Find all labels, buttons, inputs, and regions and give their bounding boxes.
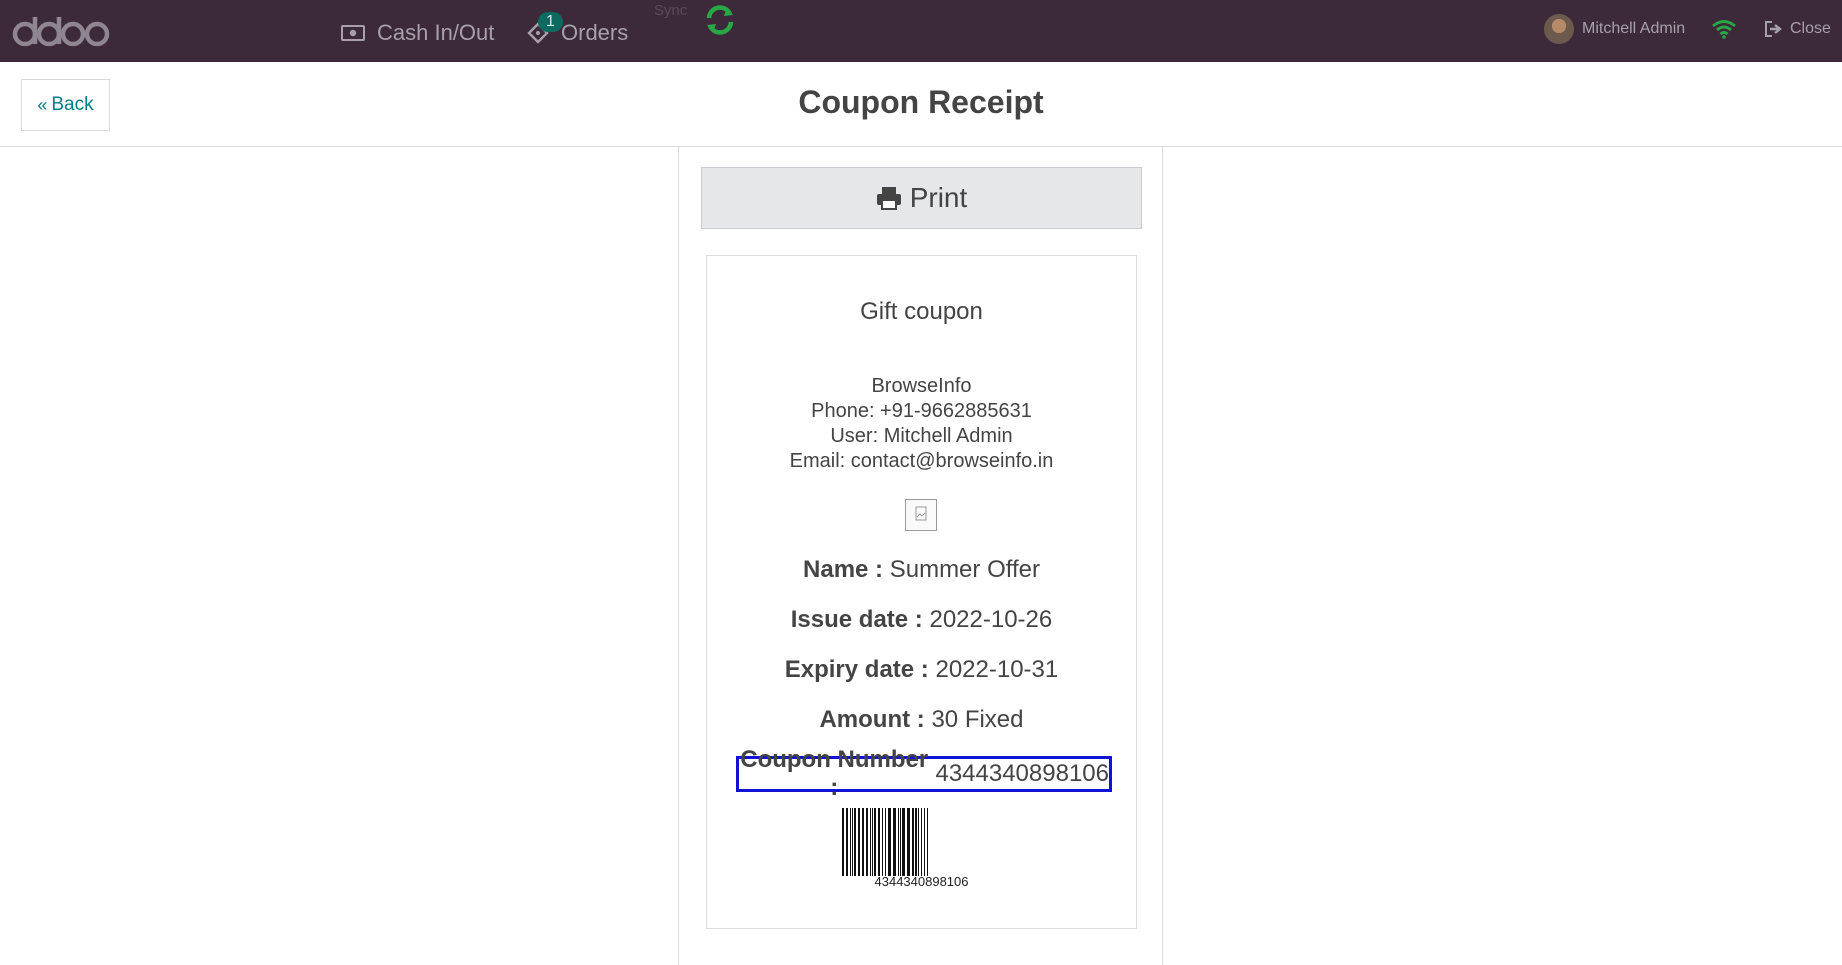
close-button[interactable]: Close	[1764, 20, 1831, 38]
company-phone: Phone: +91-9662885631	[811, 400, 1032, 422]
close-label: Close	[1790, 20, 1831, 37]
coupon-number-row: Coupon Number : 4344340898106	[736, 746, 1112, 801]
amount-value: 30 Fixed	[931, 706, 1024, 733]
company-name: BrowseInfo	[871, 375, 972, 397]
expiry-date-value: 2022-10-31	[935, 656, 1059, 683]
print-label: Print	[909, 182, 968, 213]
avatar	[1544, 14, 1574, 44]
cash-in-out-button[interactable]: Cash In/Out	[341, 20, 494, 46]
orders-count-badge: 1	[538, 12, 563, 32]
company-user: User: Mitchell Admin	[830, 425, 1013, 447]
barcode-number: 4344340898106	[874, 874, 969, 889]
expiry-date-label: Expiry date :	[784, 656, 929, 683]
print-icon	[876, 187, 901, 210]
company-email: Email: contact@browseinfo.in	[789, 450, 1054, 472]
page-title: Coupon Receipt	[798, 84, 1044, 120]
name-label: Name :	[803, 556, 884, 583]
name-value: Summer Offer	[889, 556, 1040, 583]
coupon-number-label: Coupon Number :	[740, 746, 929, 801]
odoo-logo	[12, 17, 110, 47]
print-button[interactable]: Print	[701, 167, 1142, 229]
money-icon	[341, 25, 365, 41]
orders-label: Orders	[561, 20, 629, 45]
issue-date-value: 2022-10-26	[929, 606, 1053, 633]
user-menu[interactable]: Mitchell Admin	[1544, 14, 1685, 44]
wifi-icon	[1712, 20, 1736, 39]
amount-label: Amount :	[819, 706, 925, 733]
coupon-name-row: Name : Summer Offer	[707, 556, 1136, 584]
pos-navbar: Cash In/Out Orders 1 Sync Mitchell Admin…	[0, 0, 1842, 62]
screen-header: « Back Coupon Receipt	[0, 62, 1842, 147]
amount-row: Amount : 30 Fixed	[707, 706, 1136, 734]
sync-label: Sync	[654, 2, 688, 19]
sign-out-icon	[1765, 21, 1782, 37]
broken-image-icon	[905, 499, 937, 531]
receipt-column: Print Gift coupon BrowseInfo Phone: +91-…	[678, 147, 1163, 965]
issue-date-label: Issue date :	[790, 606, 923, 633]
company-info: BrowseInfo Phone: +91-9662885631 User: M…	[707, 374, 1136, 474]
sync-icon[interactable]	[703, 3, 737, 37]
issue-date-row: Issue date : 2022-10-26	[707, 606, 1136, 634]
receipt-title: Gift coupon	[860, 298, 983, 325]
barcode	[842, 808, 928, 876]
expiry-date-row: Expiry date : 2022-10-31	[707, 656, 1136, 684]
coupon-receipt: Gift coupon BrowseInfo Phone: +91-966288…	[706, 255, 1137, 929]
user-name: Mitchell Admin	[1582, 20, 1686, 37]
coupon-number-value: 4344340898106	[935, 760, 1109, 787]
cash-in-out-label: Cash In/Out	[377, 20, 495, 45]
